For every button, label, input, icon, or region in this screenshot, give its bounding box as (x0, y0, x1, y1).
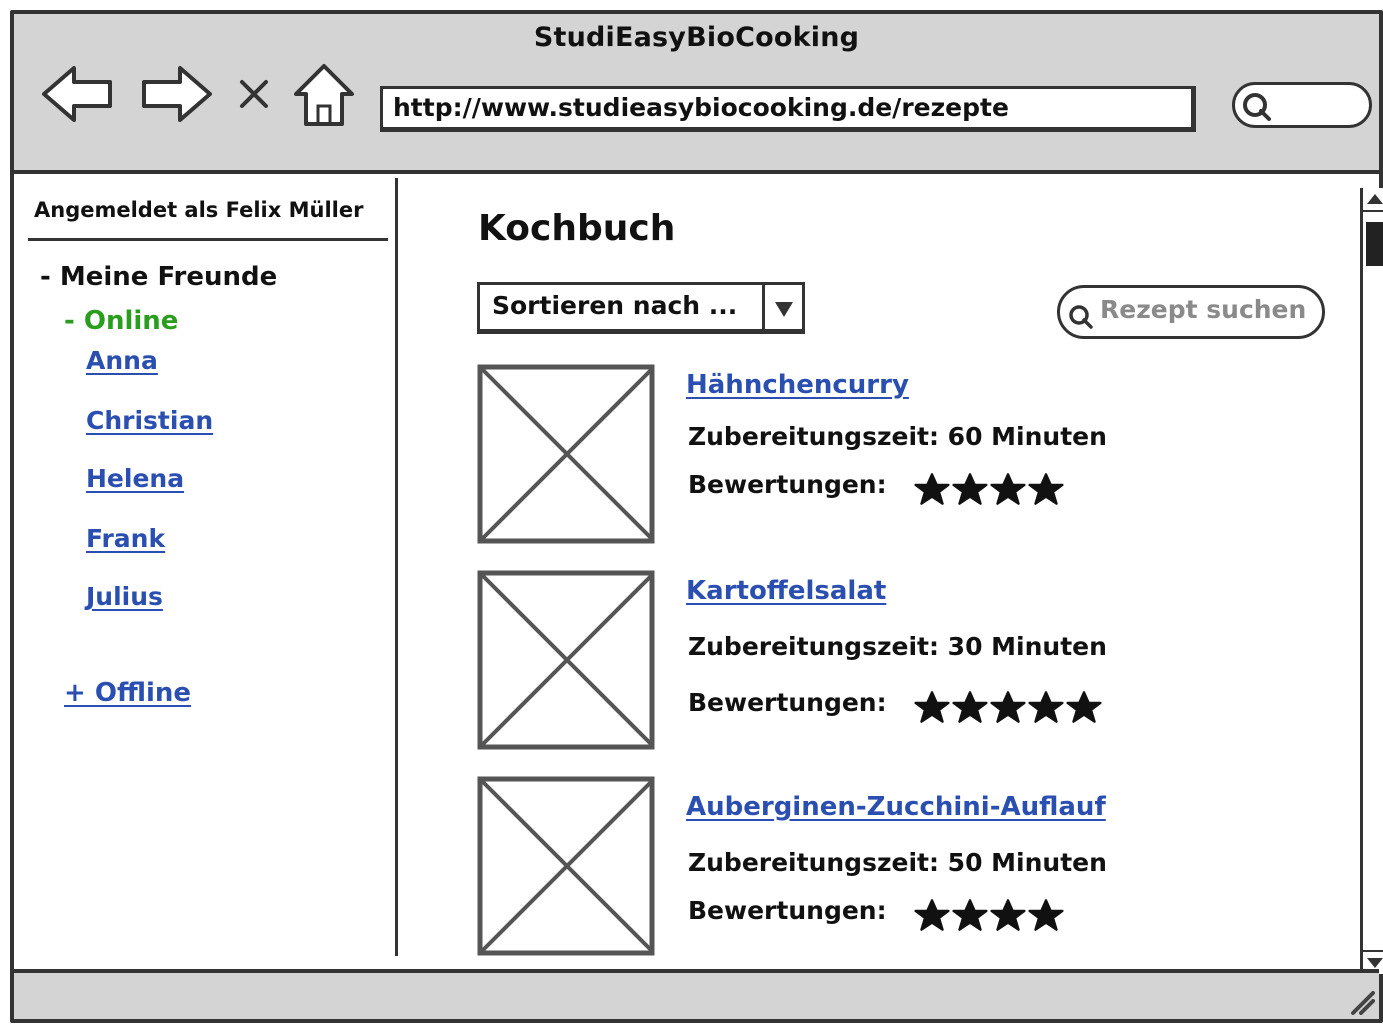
forward-arrow-icon[interactable] (138, 64, 214, 128)
divider (28, 238, 388, 241)
friend-link-helena[interactable]: Helena (86, 464, 184, 493)
window-title: StudiEasyBioCooking (533, 22, 860, 53)
recipe-rating-label: Bewertungen: (688, 688, 887, 717)
recipe-time: Zubereitungszeit: 30 Minuten (688, 632, 1107, 661)
friend-link-christian[interactable]: Christian (86, 406, 213, 435)
chevron-down-icon[interactable] (762, 285, 802, 329)
recipe-rating-label: Bewertungen: (688, 896, 887, 925)
star-icon (952, 691, 988, 723)
star-icon (990, 691, 1026, 723)
online-group-toggle[interactable]: - Online (64, 306, 178, 336)
image-placeholder-icon (477, 364, 655, 544)
image-placeholder-icon (477, 570, 655, 750)
search-icon (1243, 93, 1271, 121)
friends-tree-toggle[interactable]: - Meine Freunde (40, 262, 277, 292)
star-icon (990, 899, 1026, 931)
back-arrow-icon[interactable] (40, 64, 116, 128)
offline-group-toggle[interactable]: + Offline (64, 678, 191, 708)
sort-dropdown[interactable]: Sortieren nach ... (477, 282, 805, 334)
recipe-link[interactable]: Kartoffelsalat (686, 576, 886, 606)
star-icon (914, 899, 950, 931)
friend-link-julius[interactable]: Julius (86, 582, 163, 611)
star-icon (1028, 899, 1064, 931)
recipe-link[interactable]: Auberginen-Zucchini-Auflauf (686, 792, 1106, 822)
star-rating (914, 690, 1102, 724)
url-bar[interactable]: http://www.studieasybiocooking.de/rezept… (380, 86, 1196, 132)
friend-link-anna[interactable]: Anna (86, 346, 158, 375)
chevron-up-icon (1367, 194, 1383, 204)
star-icon (952, 473, 988, 505)
recipe-time: Zubereitungszeit: 60 Minuten (688, 422, 1107, 451)
star-rating (914, 472, 1064, 506)
recipe-link[interactable]: Hähnchencurry (686, 370, 909, 400)
star-icon (1028, 691, 1064, 723)
star-icon (952, 899, 988, 931)
friend-link-frank[interactable]: Frank (86, 524, 165, 553)
status-bar (14, 969, 1379, 1019)
recipe-rating-label: Bewertungen: (688, 470, 887, 499)
resize-grip-icon[interactable] (1345, 985, 1375, 1015)
image-placeholder-icon (477, 776, 655, 956)
star-icon (1066, 691, 1102, 723)
star-icon (914, 473, 950, 505)
star-rating (914, 898, 1064, 932)
scroll-up-button[interactable] (1363, 188, 1383, 212)
recipe-search-placeholder: Rezept suchen (1100, 295, 1307, 324)
star-icon (990, 473, 1026, 505)
browser-search-field[interactable] (1232, 82, 1372, 128)
star-icon (914, 691, 950, 723)
recipe-time: Zubereitungszeit: 50 Minuten (688, 848, 1107, 877)
browser-window: StudiEasyBioCooking http://www.studieasy… (10, 10, 1383, 1023)
star-icon (1028, 473, 1064, 505)
logged-in-user-label: Angemeldet als Felix Müller (34, 198, 364, 222)
page-title: Kochbuch (478, 208, 676, 249)
browser-toolbar: StudiEasyBioCooking http://www.studieasy… (14, 14, 1379, 174)
sidebar: Angemeldet als Felix Müller - Meine Freu… (14, 178, 398, 956)
home-icon[interactable] (292, 62, 356, 132)
sort-dropdown-label: Sortieren nach ... (492, 291, 738, 320)
close-icon[interactable] (236, 76, 272, 116)
search-icon (1069, 305, 1093, 329)
scroll-thumb[interactable] (1366, 222, 1383, 266)
recipe-search-input[interactable]: Rezept suchen (1057, 285, 1325, 339)
vertical-scrollbar[interactable] (1360, 188, 1383, 974)
